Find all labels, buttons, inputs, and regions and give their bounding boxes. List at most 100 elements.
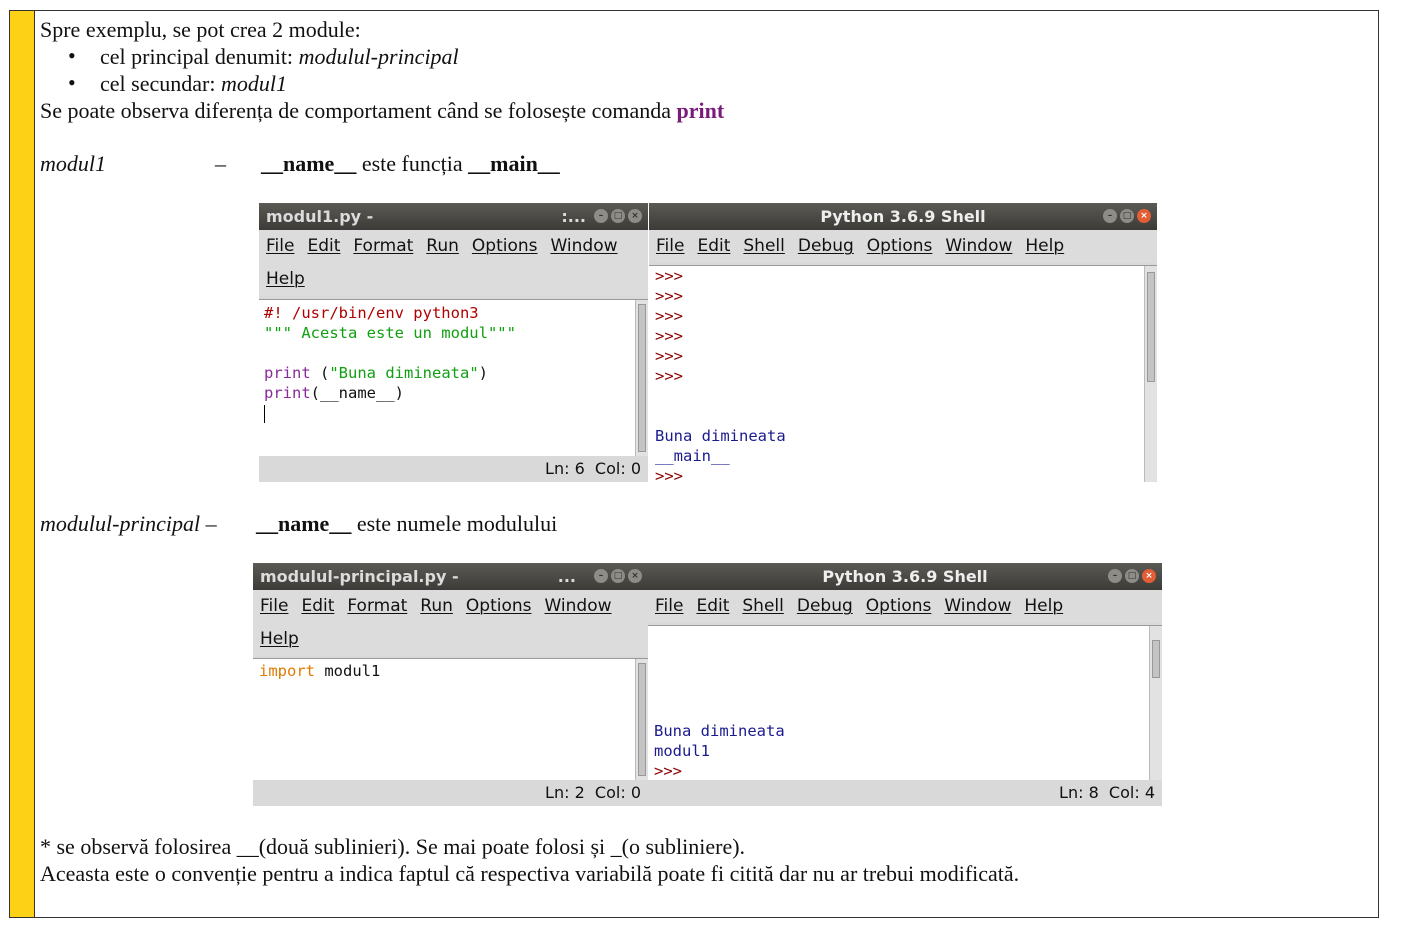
menu-format[interactable]: Format <box>353 236 413 256</box>
name-var: __name__ <box>256 511 352 536</box>
code-args: (__name__) <box>310 384 404 402</box>
text-cursor <box>264 404 265 423</box>
scroll-thumb[interactable] <box>1152 640 1160 678</box>
editor-code-area[interactable]: import modul1 <box>253 658 648 780</box>
menu-window[interactable]: Window <box>545 596 612 616</box>
name-var: __name__ <box>261 151 357 176</box>
menu-file[interactable]: File <box>266 236 294 256</box>
code-string: "Buna dimineata" <box>329 364 479 382</box>
shell-window-1: Python 3.6.9 Shell – □ × File Edit Shell De… <box>649 203 1157 482</box>
print-keyword: print <box>264 364 311 382</box>
menu-window[interactable]: Window <box>945 236 1012 256</box>
menu-options[interactable]: Options <box>466 596 532 616</box>
maximize-icon[interactable]: □ <box>1120 209 1134 223</box>
shell-titlebar[interactable]: Python 3.6.9 Shell – □ × <box>649 203 1157 230</box>
shell-scrollbar[interactable] <box>1149 626 1162 780</box>
menu-debug[interactable]: Debug <box>797 596 853 616</box>
menu-format[interactable]: Format <box>347 596 407 616</box>
bullet-secondary-module: cel secundar: modul1 <box>100 71 287 97</box>
menu-options[interactable]: Options <box>866 596 932 616</box>
menu-help[interactable]: Help <box>1025 236 1064 256</box>
scroll-thumb[interactable] <box>1147 272 1155 382</box>
menu-options[interactable]: Options <box>867 236 933 256</box>
close-icon[interactable]: × <box>628 569 642 583</box>
code-punct: ) <box>478 364 488 382</box>
menu-help[interactable]: Help <box>266 269 305 289</box>
shell-prompt: >>> <box>655 367 683 385</box>
menu-run[interactable]: Run <box>420 596 453 616</box>
bullet-dot-icon: • <box>68 70 76 95</box>
maximize-icon[interactable]: □ <box>1125 569 1139 583</box>
editor-titlebar[interactable]: modulul-principal.py - ... – □ × <box>253 563 648 590</box>
shell-prompt: >>> <box>655 267 683 285</box>
close-icon[interactable]: × <box>1137 209 1151 223</box>
print-keyword: print <box>676 98 725 123</box>
menu-file[interactable]: File <box>655 596 683 616</box>
footer-convention: Aceasta este o convenție pentru a indica… <box>40 861 1020 886</box>
menu-edit[interactable]: Edit <box>301 596 334 616</box>
shell-output-greeting: Buna dimineata <box>654 722 785 740</box>
window-controls: – □ × <box>594 569 642 583</box>
shell-titlebar[interactable]: Python 3.6.9 Shell – □ × <box>648 563 1162 590</box>
editor-title: modul1.py - <box>266 207 374 226</box>
menu-shell[interactable]: Shell <box>743 236 784 256</box>
editor-code-area[interactable]: #! /usr/bin/env python3 """ Acesta este … <box>259 299 648 456</box>
editor-scrollbar[interactable] <box>635 300 648 456</box>
maximize-icon[interactable]: □ <box>611 569 625 583</box>
bullet-dot-icon: • <box>68 43 76 68</box>
editor-title: modulul-principal.py - <box>260 567 459 586</box>
close-icon[interactable]: × <box>628 209 642 223</box>
shell-prompt: >>> <box>655 347 683 365</box>
shell-menubar: File Edit Shell Debug Options Window Help <box>648 590 1162 623</box>
menu-window[interactable]: Window <box>944 596 1011 616</box>
menu-shell[interactable]: Shell <box>742 596 783 616</box>
shell-prompt: >>> <box>654 762 682 780</box>
bullet-text: cel principal denumit: <box>100 44 299 69</box>
shell-output-area[interactable]: >>> >>> >>> >>> >>> >>> Buna dimineata _… <box>649 265 1157 482</box>
shell-window-2: Python 3.6.9 Shell – □ × File Edit Shell De… <box>648 563 1162 806</box>
section-main-module-desc: __name__ este numele modulului <box>256 511 557 537</box>
code-line-docstring: """ Acesta este un modul""" <box>264 324 516 342</box>
menu-debug[interactable]: Debug <box>798 236 854 256</box>
minimize-icon[interactable]: – <box>1108 569 1122 583</box>
desc-text: este numele modulului <box>351 511 558 536</box>
bullet-main-module: cel principal denumit: modulul-principal <box>100 44 459 70</box>
editor-status: Ln: 6 Col: 0 <box>259 456 648 482</box>
menu-file[interactable]: File <box>656 236 684 256</box>
shell-output-area[interactable]: Buna dimineata modul1 >>> <box>648 625 1162 780</box>
editor-scrollbar[interactable] <box>635 659 648 780</box>
main-var: __main__ <box>468 151 560 176</box>
menu-edit[interactable]: Edit <box>307 236 340 256</box>
editor-menubar: File Edit Format Run Options Window Help <box>259 230 648 296</box>
close-icon[interactable]: × <box>1142 569 1156 583</box>
minimize-icon[interactable]: – <box>594 569 608 583</box>
shell-status: Ln: 8 Col: 4 <box>648 780 1162 806</box>
menu-help[interactable]: Help <box>260 629 299 649</box>
maximize-icon[interactable]: □ <box>611 209 625 223</box>
comparison-text: Se poate observa diferența de comportame… <box>40 98 677 123</box>
scroll-thumb[interactable] <box>638 304 646 452</box>
window-controls: – □ × <box>1103 209 1151 223</box>
menu-options[interactable]: Options <box>472 236 538 256</box>
window-controls: – □ × <box>1108 569 1156 583</box>
section-dash: – <box>215 151 226 176</box>
shell-scrollbar[interactable] <box>1144 266 1157 482</box>
menu-help[interactable]: Help <box>1024 596 1063 616</box>
scroll-thumb[interactable] <box>638 663 646 776</box>
shell-output-module: modul1 <box>654 742 710 760</box>
code-punct: ( <box>310 364 330 382</box>
minimize-icon[interactable]: – <box>594 209 608 223</box>
minimize-icon[interactable]: – <box>1103 209 1117 223</box>
code-line-cursor <box>264 403 648 423</box>
menu-file[interactable]: File <box>260 596 288 616</box>
menu-window[interactable]: Window <box>551 236 618 256</box>
menu-edit[interactable]: Edit <box>696 596 729 616</box>
title-ellipsis: :... <box>561 207 586 226</box>
intro-line: Spre exemplu, se pot crea 2 module: <box>40 17 361 42</box>
menu-run[interactable]: Run <box>426 236 459 256</box>
section-modul1-label: modul1 <box>40 151 106 176</box>
editor-status: Ln: 2 Col: 0 <box>253 780 648 806</box>
menu-edit[interactable]: Edit <box>697 236 730 256</box>
editor-titlebar[interactable]: modul1.py - :... – □ × <box>259 203 648 230</box>
code-line-print-greeting: print ("Buna dimineata") <box>264 363 648 383</box>
